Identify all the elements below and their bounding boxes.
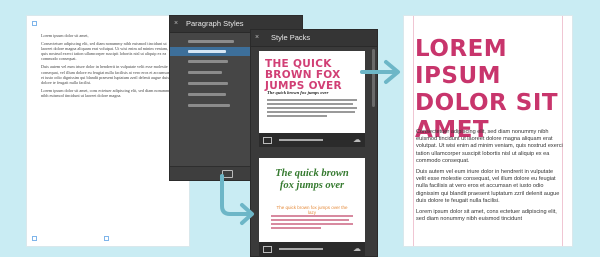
frame-handle[interactable]	[32, 236, 37, 241]
margin-guide	[413, 16, 414, 246]
pack-preview-subheading: The quick brown fox jumps over	[267, 90, 329, 95]
pack-preview-heading: THE QUICK BROWN FOX JUMPS OVER	[265, 58, 342, 92]
creative-cloud-icon[interactable]: ☁	[353, 244, 361, 253]
source-paragraph: Lorem ipsum dolor sit amet, cons ectetue…	[41, 87, 172, 98]
styled-paragraph: Consectetuer adipiscing elit, sed diam n…	[416, 129, 563, 164]
styled-paragraph: Lorem ipsum dolor sit amet, cons ectetue…	[416, 209, 557, 223]
close-icon[interactable]: ×	[174, 16, 178, 32]
pack-preview-body	[271, 215, 353, 231]
scrollbar[interactable]	[372, 49, 375, 107]
source-document: Lorem ipsum dolor sit amet, Consectetuer…	[27, 16, 189, 246]
pack-name-placeholder	[279, 139, 323, 141]
source-paragraph: Consectetuer adipiscing elit, sed diam n…	[41, 41, 169, 62]
source-paragraph: Duis autem vel eum iriure dolor in hendr…	[41, 64, 170, 85]
source-paragraph: Lorem ipsum dolor sit amet,	[41, 33, 89, 38]
styled-heading: LOREM IPSUM DOLOR SIT AMET	[415, 36, 559, 143]
pack-preview-subheading: The quick brown fox jumps over the lazy	[276, 205, 348, 215]
frame-handle[interactable]	[32, 21, 37, 26]
arrow-from-paragraph-styles	[220, 174, 254, 225]
new-style-icon[interactable]	[222, 170, 233, 178]
panel-title: Paragraph Styles	[186, 19, 244, 28]
style-pack-card[interactable]: THE QUICK BROWN FOX JUMPS OVER The quick…	[259, 51, 365, 133]
source-document-text: Lorem ipsum dolor sit amet, Consectetuer…	[41, 33, 173, 101]
pack-name-placeholder	[279, 248, 323, 250]
panel-header: × Style Packs	[251, 30, 377, 47]
styled-body: Consectetuer adipiscing elit, sed diam n…	[416, 129, 564, 227]
style-pack-toolbar: ☁	[259, 133, 365, 147]
library-icon[interactable]	[263, 246, 272, 253]
library-icon[interactable]	[263, 137, 272, 144]
styled-document: LOREM IPSUM DOLOR SIT AMET Consectetuer …	[404, 16, 572, 246]
pack-preview-body	[267, 99, 357, 119]
creative-cloud-icon[interactable]: ☁	[353, 135, 361, 144]
styled-paragraph: Duis autem vel eum iriure dolor in hendr…	[416, 169, 560, 204]
close-icon[interactable]: ×	[255, 30, 259, 46]
pack-preview-heading: The quick brown fox jumps over	[275, 168, 349, 191]
style-pack-card[interactable]: The quick brown fox jumps over The quick…	[259, 158, 365, 242]
style-pack-toolbar: ☁	[259, 242, 365, 256]
style-packs-panel: × Style Packs THE QUICK BROWN FOX JUMPS …	[250, 29, 378, 257]
frame-handle[interactable]	[104, 236, 109, 241]
panel-title: Style Packs	[271, 33, 311, 42]
